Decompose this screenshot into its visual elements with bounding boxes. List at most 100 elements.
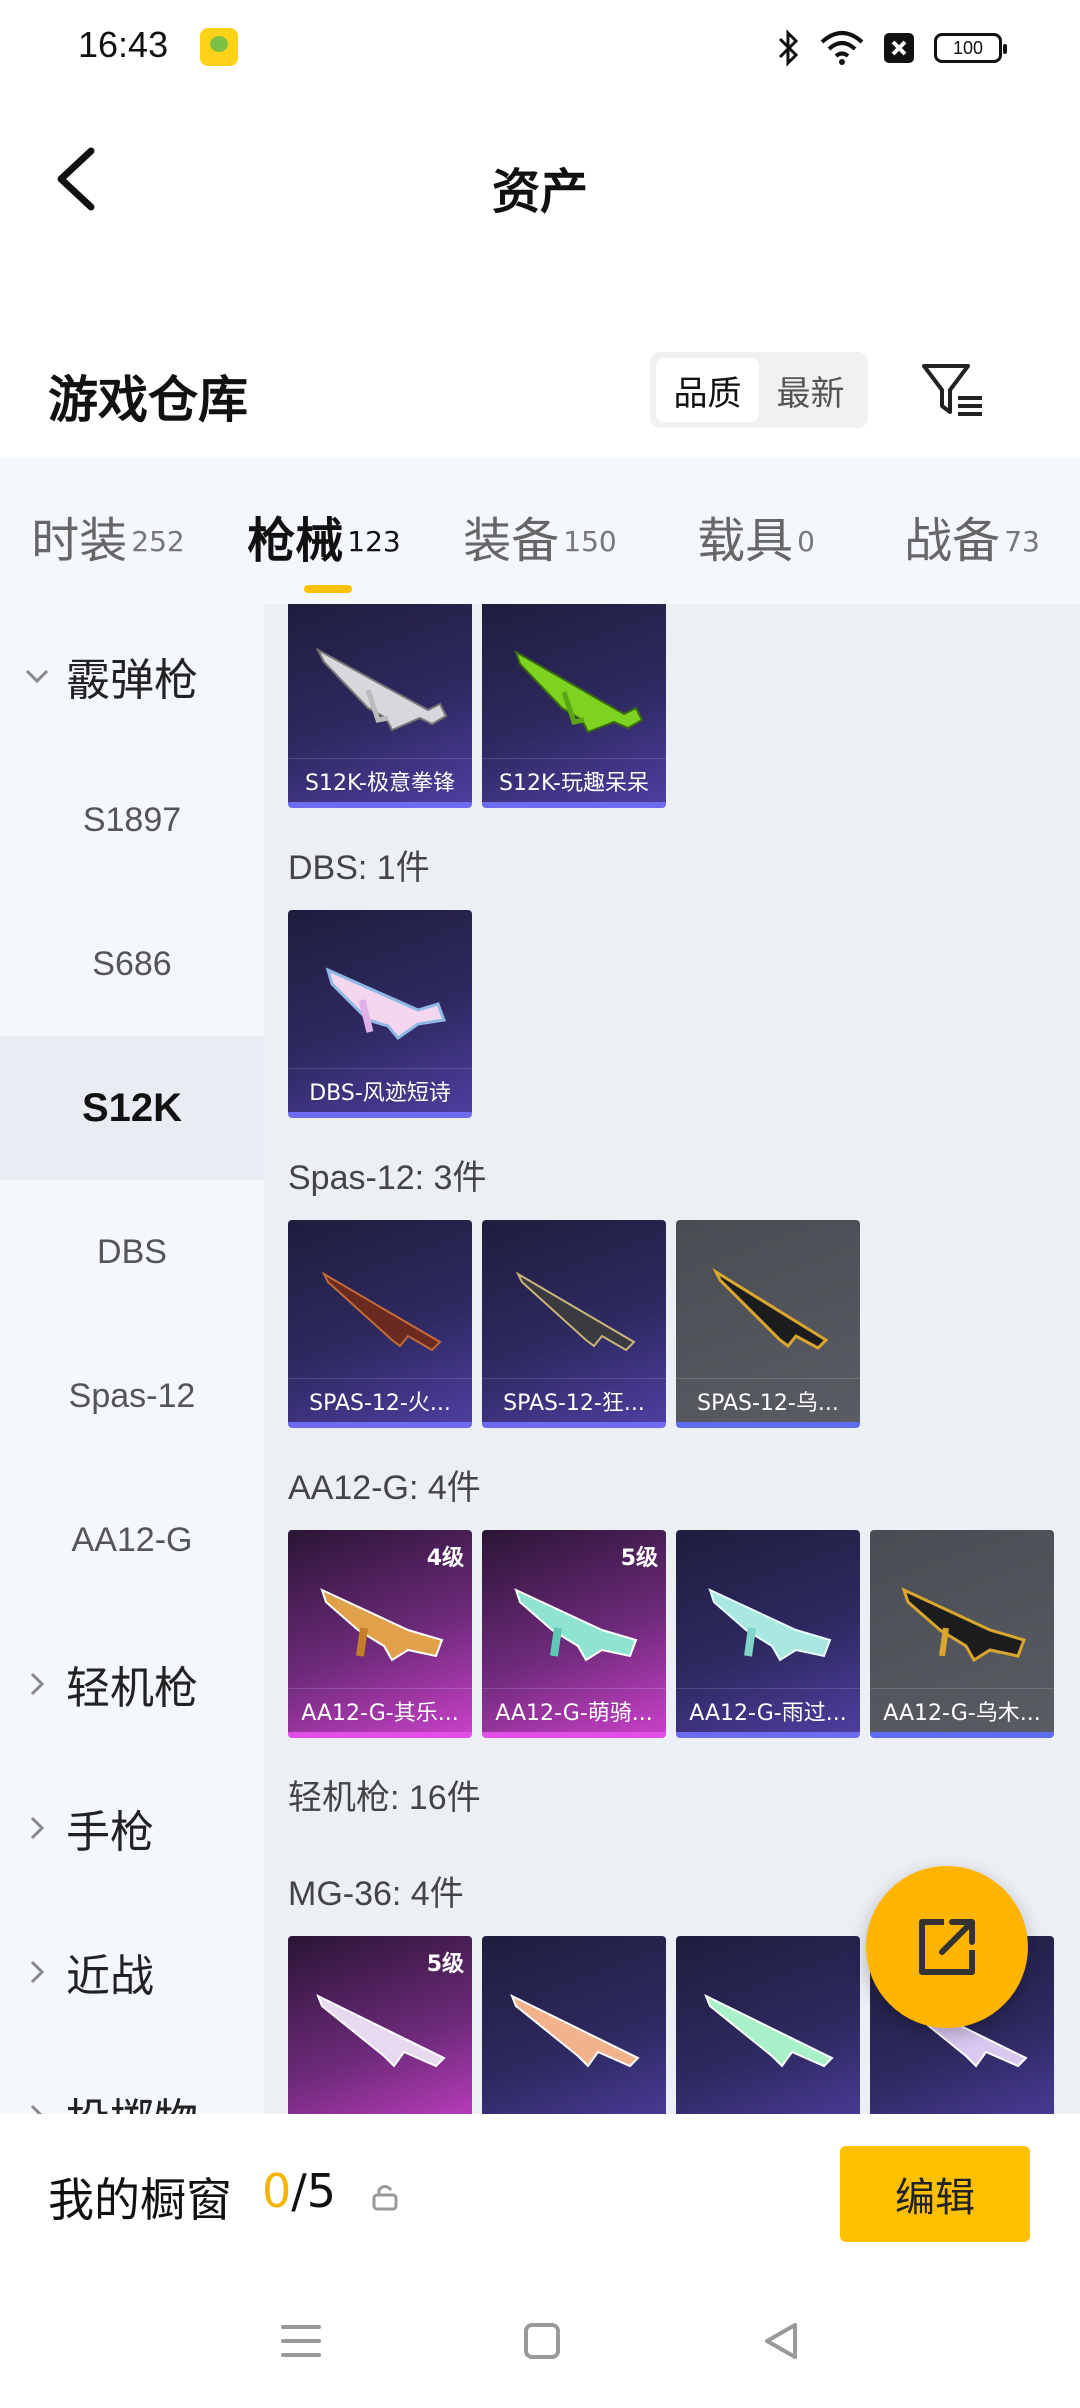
sidebar-item-label: 近战 [66, 1952, 154, 2001]
weapon-card[interactable]: SPAS-12-火... [288, 1220, 472, 1428]
card-caption: AA12-G-其乐... [288, 1688, 472, 1732]
weapon-card[interactable]: AA12-G-乌木... [870, 1530, 1054, 1738]
weapon-card[interactable]: SPAS-12-狂... [482, 1220, 666, 1428]
mg36-group-label: MG-36: 4件 [288, 1875, 464, 1913]
weapon-card[interactable] [482, 1936, 666, 2114]
home-icon[interactable] [522, 2321, 562, 2361]
shotgun-skin-image [315, 647, 448, 732]
card-caption: S12K-玩趣呆呆 [482, 758, 666, 802]
filter-button[interactable] [918, 356, 988, 426]
showcase-bar: 我的橱窗 0/5 编辑 [0, 2114, 1080, 2274]
aa12g-row: 4级 AA12-G-其乐... 5级 AA12-G-萌骑... AA12-G-雨… [288, 1530, 1054, 1738]
sort-toggle: 品质 最新 [650, 352, 868, 428]
card-caption: AA12-G-乌木... [870, 1688, 1054, 1732]
spas12-group-label: Spas-12: 3件 [288, 1159, 487, 1197]
weapon-card[interactable]: S12K-极意拳锋 [288, 604, 472, 808]
weapon-card[interactable]: 5级 [288, 1936, 472, 2114]
warehouse-title: 游戏仓库 [48, 371, 248, 429]
card-caption: SPAS-12-火... [288, 1378, 472, 1422]
weapon-card[interactable]: 5级 AA12-G-萌骑... [482, 1530, 666, 1738]
showcase-total: /5 [291, 2164, 337, 2218]
weapon-card[interactable]: S12K-玩趣呆呆 [482, 604, 666, 808]
lmg-skin-image [316, 1993, 446, 2068]
sidebar-item-spas12[interactable]: Spas-12 [0, 1324, 264, 1468]
sidebar-item-s686[interactable]: S686 [0, 892, 264, 1036]
weapon-card[interactable]: DBS-风迹短诗 [288, 910, 472, 1118]
dbs-row: DBS-风迹短诗 [288, 910, 472, 1118]
sort-quality-option[interactable]: 品质 [656, 358, 759, 422]
menu-icon[interactable] [279, 2321, 323, 2361]
tab-firearms[interactable]: 枪械 123 [216, 491, 432, 593]
sidebar-item-aa12g[interactable]: AA12-G [0, 1468, 264, 1612]
dbs-group-label: DBS: 1件 [288, 849, 430, 887]
sidebar-item-label: 投掷物 [66, 2084, 198, 2114]
external-share-icon [919, 1919, 975, 1975]
filter-icon [922, 364, 982, 416]
weapon-card[interactable]: 4级 AA12-G-其乐... [288, 1530, 472, 1738]
spas12-row: SPAS-12-火... SPAS-12-狂... SPAS-12-乌... [288, 1220, 860, 1428]
sidebar-group-lmg[interactable]: 轻机枪 [0, 1612, 264, 1756]
tab-supplies[interactable]: 战备 73 [864, 491, 1080, 571]
tab-count: 252 [131, 524, 185, 558]
card-caption: AA12-G-雨过... [676, 1688, 860, 1732]
sidebar-group-shotgun[interactable]: 霰弹枪 [0, 604, 264, 748]
card-caption: SPAS-12-乌... [676, 1378, 860, 1422]
edit-button[interactable]: 编辑 [840, 2146, 1030, 2242]
tab-label: 战备 [904, 513, 1001, 569]
page-title: 资产 [491, 164, 588, 220]
weapon-card[interactable]: AA12-G-雨过... [676, 1530, 860, 1738]
tab-count: 0 [797, 524, 815, 558]
chevron-right-icon [22, 1815, 52, 1841]
aa12g-group-label: AA12-G: 4件 [288, 1469, 481, 1507]
card-caption: DBS-风迹短诗 [288, 1068, 472, 1112]
tab-equipment[interactable]: 装备 150 [432, 491, 648, 571]
sidebar-item-label: 手枪 [66, 1808, 154, 1857]
lmg-group-label: 轻机枪: 16件 [288, 1779, 481, 1817]
sidebar-item-s1897[interactable]: S1897 [0, 748, 264, 892]
system-nav-bar [0, 2274, 1080, 2408]
chevron-right-icon [22, 1959, 52, 1985]
lmg-skin-image [704, 1993, 834, 2068]
wifi-icon [820, 31, 864, 65]
sim-blocked-icon [884, 33, 914, 63]
weapon-card[interactable]: SPAS-12-乌... [676, 1220, 860, 1428]
tab-count: 73 [1004, 524, 1040, 558]
tab-label: 载具 [697, 513, 794, 569]
shotgun-skin-image [321, 1271, 442, 1352]
sidebar-group-throwables[interactable]: 投掷物 [0, 2044, 264, 2114]
card-caption: AA12-G-萌骑... [482, 1688, 666, 1732]
tab-label: 装备 [463, 513, 560, 569]
app-notification-icon [200, 28, 238, 66]
sidebar-item-dbs[interactable]: DBS [0, 1180, 264, 1324]
tab-vehicles[interactable]: 载具 0 [648, 491, 864, 571]
chevron-right-icon [22, 2103, 52, 2114]
battery-icon: 100 [934, 33, 1007, 63]
sidebar-item-s12k[interactable]: S12K [0, 1036, 264, 1180]
shotgun-skin-image [712, 1267, 829, 1350]
chevron-down-icon [22, 668, 52, 684]
tab-label: 时装 [31, 513, 128, 569]
tab-count: 123 [347, 524, 401, 558]
card-caption: SPAS-12-狂... [482, 1378, 666, 1422]
tab-outfits[interactable]: 时装 252 [0, 491, 216, 571]
lock-icon [372, 2185, 398, 2211]
showcase-count: 0/5 [262, 2164, 336, 2218]
weapon-card[interactable] [676, 1936, 860, 2114]
shotgun-skin-image [320, 1588, 444, 1662]
bluetooth-icon [778, 29, 799, 67]
sidebar-group-pistol[interactable]: 手枪 [0, 1756, 264, 1900]
status-time: 16:43 [78, 24, 169, 65]
back-triangle-icon[interactable] [761, 2321, 801, 2361]
sidebar-group-melee[interactable]: 近战 [0, 1900, 264, 2044]
tab-count: 150 [563, 524, 617, 558]
s12k-row: S12K-极意拳锋 S12K-玩趣呆呆 [288, 604, 666, 808]
share-button[interactable] [866, 1866, 1028, 2028]
shotgun-skin-image [708, 1588, 832, 1662]
sort-newest-option[interactable]: 最新 [759, 358, 862, 422]
shotgun-skin-image [901, 1587, 1026, 1663]
sidebar-item-label: 轻机枪 [66, 1664, 198, 1713]
shotgun-skin-image [515, 1271, 636, 1352]
sidebar-item-label: 霰弹枪 [66, 656, 198, 705]
warehouse-header: 游戏仓库 品质 最新 [0, 340, 1080, 450]
card-caption: S12K-极意拳锋 [288, 758, 472, 802]
